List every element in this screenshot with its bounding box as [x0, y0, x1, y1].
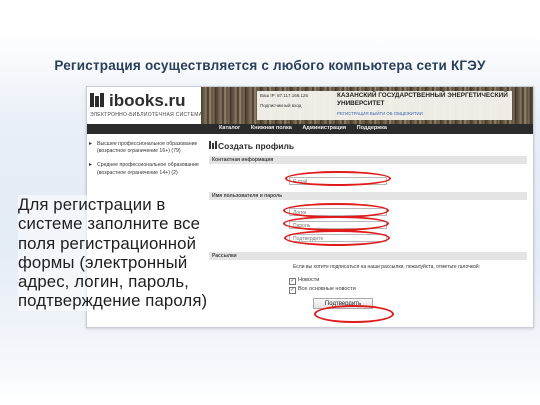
- nav-item-catalog[interactable]: Каталог: [219, 125, 240, 131]
- instruction-line: поля регистрационной: [18, 233, 197, 253]
- section-mailing: Рассылки: [209, 252, 527, 260]
- logo-text: ibooks.ru: [109, 91, 186, 110]
- section-contact-info: Контактная информация: [209, 156, 527, 164]
- header-info-panel: Ваш IP: 87.117.168.126 Подписчикный вход…: [257, 91, 512, 120]
- main-navigation: Каталог Книжная полка Администрация Подд…: [87, 124, 533, 134]
- access-link[interactable]: Подписчикный вход: [260, 103, 301, 108]
- section-credentials: Имя пользователя и пароль: [209, 192, 527, 200]
- instruction-line: формы (электронный: [18, 252, 188, 273]
- sidebar-item-label: Среднее профессиональное образование (во…: [97, 162, 199, 176]
- logo-subtitle: ЭЛЕКТРОННО-БИБЛИОТЕЧНАЯ СИСТЕМА: [90, 112, 203, 118]
- instruction-line: Для регистрации в: [18, 195, 166, 215]
- instruction-line: подтверждение пароля): [18, 291, 208, 311]
- ip-address: Ваш IP: 87.117.168.126: [260, 93, 309, 98]
- checkbox-checked-icon[interactable]: ✓: [289, 287, 296, 294]
- arrow-right-icon: ▸: [89, 141, 93, 147]
- nav-item-bookshelf[interactable]: Книжная полка: [251, 125, 292, 131]
- checkbox-news[interactable]: ✓ Новости: [289, 277, 319, 285]
- site-header: ibooks.ru ЭЛЕКТРОННО-БИБЛИОТЕЧНАЯ СИСТЕМ…: [87, 87, 533, 124]
- form-title: Создать профиль: [218, 141, 295, 151]
- instruction-line: системе заполните все: [18, 214, 201, 234]
- highlight-password-oval: [283, 216, 389, 231]
- instruction-line: адрес, логин, пароль,: [18, 272, 189, 292]
- sidebar-item-higher-education[interactable]: ▸ Высшее профессиональное образование (в…: [89, 141, 201, 155]
- slide-title: Регистрация осуществляется с любого комп…: [54, 58, 486, 73]
- highlight-email-oval: [285, 171, 391, 186]
- arrow-right-icon: ▸: [89, 162, 93, 169]
- checkbox-all-news[interactable]: ✓ Все основные новости: [289, 286, 356, 294]
- sidebar-item-secondary-education[interactable]: ▸ Среднее профессиональное образование (…: [89, 162, 201, 176]
- books-icon: [209, 141, 217, 149]
- books-logo-icon: [90, 93, 106, 107]
- sidebar: ▸ Высшее профессиональное образование (в…: [89, 141, 201, 184]
- header-links[interactable]: РЕГИСТРАЦИЯ ВЫЙТИ ОБ ОБЩЕЖИТИИ: [337, 111, 423, 116]
- checkbox-checked-icon[interactable]: ✓: [289, 278, 296, 285]
- instruction-text: Для регистрации в системе заполните все …: [18, 195, 250, 311]
- checkbox-news-label: Новости: [298, 277, 320, 283]
- checkbox-all-label: Все основные новости: [298, 286, 356, 292]
- newsletter-text: Если вы хотите подписаться на наши рассы…: [293, 264, 481, 270]
- highlight-submit-oval: [314, 305, 394, 323]
- nav-item-administration[interactable]: Администрация: [302, 125, 346, 131]
- organization-name: КАЗАНСКИЙ ГОСУДАРСТВЕННЫЙ ЭНЕРГЕТИЧЕСКИЙ…: [337, 92, 508, 107]
- nav-item-support[interactable]: Поддержка: [357, 125, 387, 131]
- highlight-confirm-oval: [284, 230, 390, 246]
- sidebar-item-label: Высшее профессиональное образование (воз…: [97, 141, 198, 155]
